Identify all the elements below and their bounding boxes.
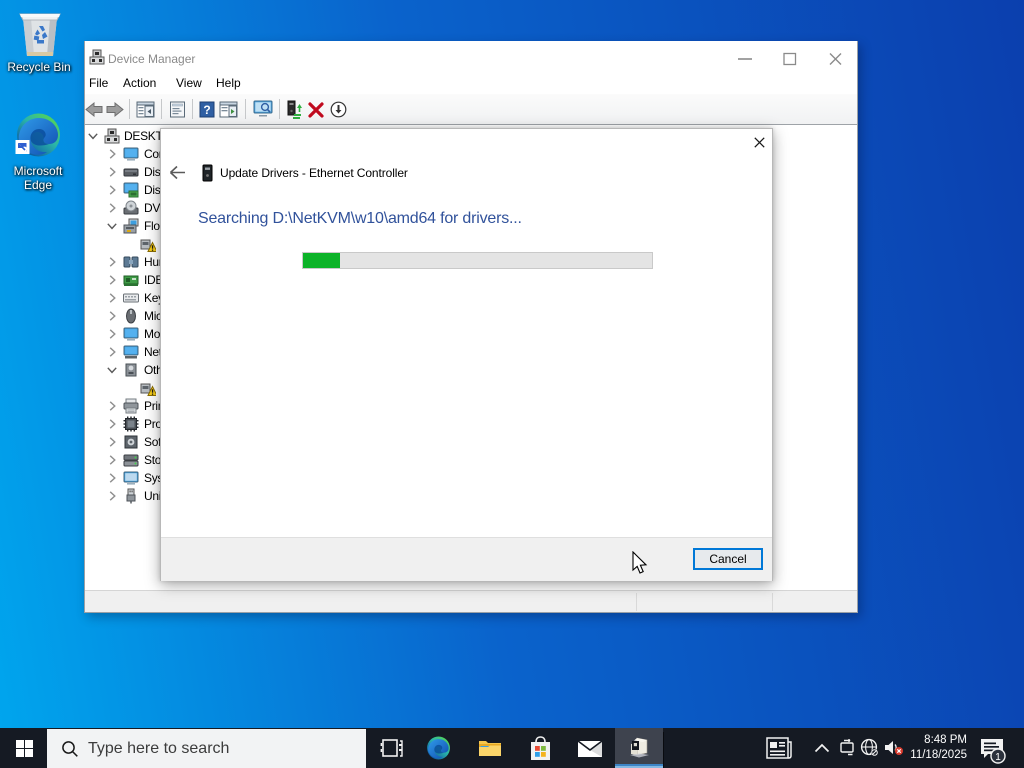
svg-text:1: 1 (995, 752, 1001, 763)
svg-text:?: ? (203, 103, 210, 117)
